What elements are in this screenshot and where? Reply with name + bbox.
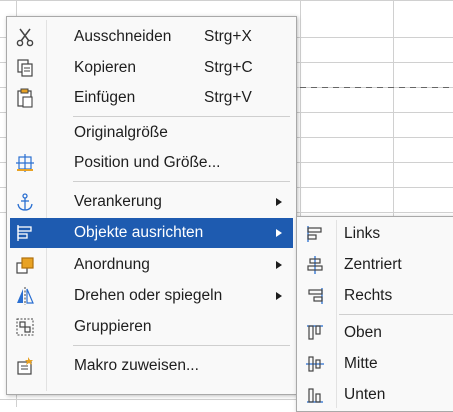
shortcut-label: Strg+C bbox=[204, 59, 253, 76]
menu-item-label: Drehen oder spiegeln bbox=[74, 287, 223, 304]
menu-item-label: Ausschneiden bbox=[74, 28, 172, 45]
submenu-item-label: Unten bbox=[344, 386, 386, 403]
submenu-item-label: Zentriert bbox=[344, 256, 402, 273]
submenu-arrow-icon bbox=[276, 261, 282, 269]
anchor-icon bbox=[17, 193, 33, 211]
menu-item-original-size[interactable]: Originalgröße bbox=[10, 118, 293, 148]
menu-item-rotate-flip[interactable]: Drehen oder spiegeln bbox=[10, 281, 293, 311]
menu-item-label: Verankerung bbox=[74, 193, 162, 210]
menu-separator bbox=[73, 345, 290, 346]
context-menu: Ausschneiden Strg+X Kopieren Strg+C Einf… bbox=[6, 16, 297, 395]
align-middle-icon bbox=[306, 356, 324, 372]
scissors-icon bbox=[16, 28, 34, 47]
align-left-icon bbox=[307, 226, 322, 242]
menu-item-label: Kopieren bbox=[74, 59, 137, 76]
menu-item-label: Objekte ausrichten bbox=[74, 224, 204, 241]
submenu-arrow-icon bbox=[276, 198, 282, 206]
menu-item-label: Makro zuweisen... bbox=[74, 357, 199, 374]
rotate-flip-icon bbox=[17, 287, 34, 305]
menu-separator bbox=[339, 314, 453, 315]
menu-item-assign-macro[interactable]: Makro zuweisen... bbox=[10, 351, 293, 381]
submenu-item-right[interactable]: Rechts bbox=[300, 281, 453, 311]
submenu-item-middle[interactable]: Mitte bbox=[300, 349, 453, 379]
menu-separator bbox=[73, 181, 290, 182]
menu-item-align-objects[interactable]: Objekte ausrichten bbox=[10, 218, 293, 248]
assign-macro-icon bbox=[17, 357, 33, 375]
menu-item-group[interactable]: Gruppieren bbox=[10, 312, 293, 342]
menu-separator bbox=[73, 116, 290, 117]
align-submenu: Links Zentriert Rechts Oben Mitte Unten bbox=[296, 216, 453, 412]
submenu-item-left[interactable]: Links bbox=[300, 219, 453, 249]
paste-icon bbox=[17, 88, 33, 108]
align-right-icon bbox=[308, 288, 323, 304]
shortcut-label: Strg+X bbox=[204, 28, 252, 45]
submenu-arrow-icon bbox=[276, 292, 282, 300]
align-bottom-icon bbox=[307, 388, 323, 403]
copy-icon bbox=[17, 59, 33, 77]
menu-item-label: Anordnung bbox=[74, 256, 150, 273]
shortcut-label: Strg+V bbox=[204, 89, 252, 106]
submenu-item-top[interactable]: Oben bbox=[300, 318, 453, 348]
arrange-icon bbox=[16, 257, 34, 274]
position-size-icon bbox=[16, 154, 34, 172]
group-icon bbox=[16, 318, 34, 336]
align-top-icon bbox=[307, 325, 323, 340]
menu-item-anchor[interactable]: Verankerung bbox=[10, 187, 293, 217]
submenu-item-label: Links bbox=[344, 225, 381, 242]
submenu-arrow-icon bbox=[276, 229, 282, 237]
menu-item-arrange[interactable]: Anordnung bbox=[10, 250, 293, 280]
align-center-icon bbox=[307, 256, 323, 274]
submenu-item-center[interactable]: Zentriert bbox=[300, 250, 453, 280]
menu-item-cut[interactable]: Ausschneiden Strg+X bbox=[10, 22, 293, 52]
submenu-item-label: Mitte bbox=[344, 355, 378, 372]
submenu-item-bottom[interactable]: Unten bbox=[300, 380, 453, 410]
menu-item-label: Originalgröße bbox=[74, 124, 168, 141]
menu-item-label: Einfügen bbox=[74, 89, 136, 106]
menu-item-paste[interactable]: Einfügen Strg+V bbox=[10, 83, 293, 113]
submenu-item-label: Oben bbox=[344, 324, 382, 341]
menu-item-label: Gruppieren bbox=[74, 318, 152, 335]
submenu-item-label: Rechts bbox=[344, 287, 393, 304]
align-objects-icon bbox=[17, 225, 32, 241]
menu-item-copy[interactable]: Kopieren Strg+C bbox=[10, 53, 293, 83]
menu-item-position-size[interactable]: Position und Größe... bbox=[10, 148, 293, 178]
menu-item-label: Position und Größe... bbox=[74, 154, 221, 171]
